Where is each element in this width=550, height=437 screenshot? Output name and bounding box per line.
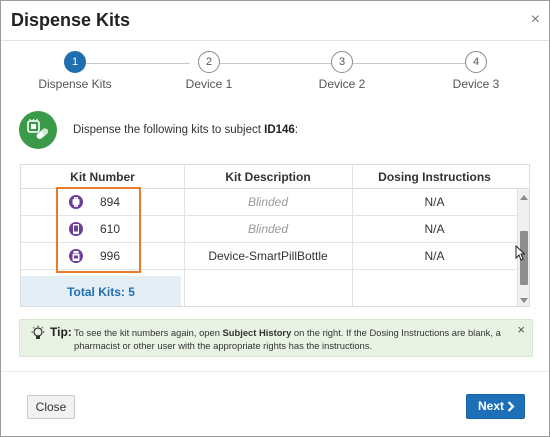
footer-divider — [1, 371, 549, 372]
subject-history-reference: Subject History — [222, 327, 292, 338]
close-icon[interactable]: × — [531, 12, 540, 28]
dialog-header: Dispense Kits × — [1, 1, 549, 41]
total-kits: Total Kits: 5 — [21, 276, 181, 306]
tip-text-before: To see the kit numbers again, open — [74, 327, 223, 338]
kit-number: 610 — [100, 222, 121, 236]
step-number: 3 — [331, 51, 353, 73]
wizard-stepper: 1 Dispense Kits 2 Device 1 3 Device 2 4 … — [1, 51, 549, 101]
step-dispense-kits[interactable]: 1 Dispense Kits — [15, 51, 135, 91]
table-row[interactable]: 610 Blinded N/A — [21, 216, 517, 243]
table-row[interactable]: 894 Blinded N/A — [21, 189, 517, 216]
tip-banner: Tip: To see the kit numbers again, open … — [19, 319, 533, 357]
next-button-label: Next — [478, 399, 505, 413]
step-label: Dispense Kits — [38, 77, 112, 91]
watch-device-icon — [69, 195, 83, 209]
column-header-dosing-instructions[interactable]: Dosing Instructions — [352, 165, 517, 189]
kit-description: Blinded — [247, 222, 289, 236]
scroll-up-arrow-icon[interactable] — [520, 195, 528, 200]
dosing-instructions: N/A — [424, 195, 445, 209]
step-label: Device 1 — [185, 77, 233, 91]
kits-table: Kit Number Kit Description Dosing Instru… — [20, 164, 530, 307]
mouse-cursor-icon — [515, 244, 526, 264]
intro-message: Dispense the following kits to subject I… — [73, 124, 298, 136]
column-header-kit-number[interactable]: Kit Number — [21, 165, 184, 189]
kit-number: 894 — [100, 195, 121, 209]
dosing-instructions: N/A — [424, 222, 445, 236]
intro-text: Dispense the following kits to subject — [73, 124, 265, 136]
subject-id: ID146 — [264, 124, 295, 136]
close-button[interactable]: Close — [27, 395, 75, 419]
step-number: 2 — [198, 51, 220, 73]
pill-bottle-icon — [69, 249, 83, 263]
intro-suffix: : — [294, 124, 299, 136]
dispense-kits-dialog: Dispense Kits × 1 Dispense Kits 2 Device… — [0, 0, 550, 437]
scroll-down-arrow-icon[interactable] — [520, 298, 528, 303]
tip-close-icon[interactable]: × — [517, 322, 525, 337]
tip-text: To see the kit numbers again, open Subje… — [74, 326, 522, 352]
kit-description: Device-SmartPillBottle — [208, 249, 328, 263]
column-header-kit-description[interactable]: Kit Description — [184, 165, 352, 189]
chevron-right-icon — [507, 401, 515, 412]
tip-label: Tip: — [50, 325, 72, 339]
kit-dispense-icon — [19, 111, 57, 149]
step-number: 1 — [64, 51, 86, 73]
step-device-2[interactable]: 3 Device 2 — [282, 51, 402, 91]
step-label: Device 2 — [318, 77, 366, 91]
phone-device-icon — [69, 222, 83, 236]
kit-description: Blinded — [247, 195, 289, 209]
step-device-1[interactable]: 2 Device 1 — [149, 51, 269, 91]
table-header: Kit Number Kit Description Dosing Instru… — [21, 165, 529, 189]
kit-number: 996 — [100, 249, 121, 263]
step-number: 4 — [465, 51, 487, 73]
dialog-title: Dispense Kits — [11, 10, 131, 30]
dosing-instructions: N/A — [424, 249, 445, 263]
table-row[interactable]: 996 Device-SmartPillBottle N/A — [21, 243, 517, 270]
lightbulb-icon — [30, 325, 46, 344]
step-label: Device 3 — [452, 77, 500, 91]
step-device-3[interactable]: 4 Device 3 — [416, 51, 536, 91]
next-button[interactable]: Next — [466, 394, 525, 419]
